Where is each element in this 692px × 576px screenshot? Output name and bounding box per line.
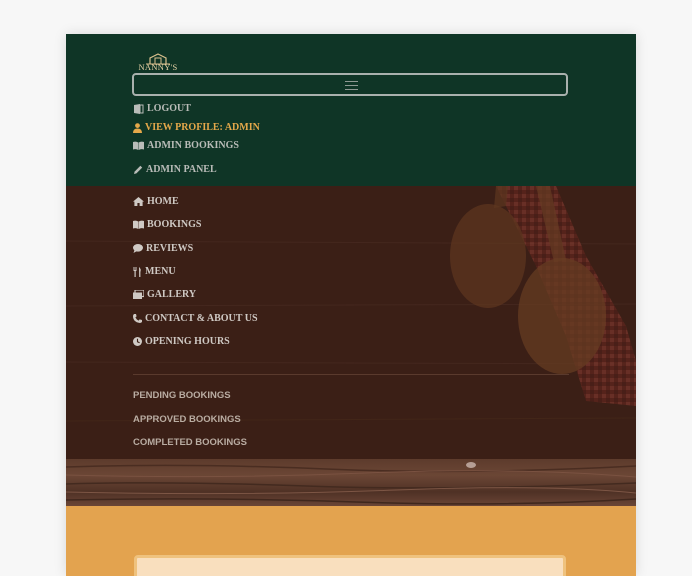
dropdown-item-gallery-label: GALLERY [147, 289, 197, 300]
dropdown-item-gallery[interactable]: GALLERY [133, 289, 196, 300]
door-icon [134, 103, 144, 114]
brand-name: NANNY'S [138, 62, 178, 72]
utensils-icon [133, 266, 141, 277]
dropdown-item-reviews-label: REVIEWS [146, 243, 194, 254]
hamburger-icon [345, 80, 358, 90]
dropdown-item-menu[interactable]: MENU [133, 266, 176, 277]
nav-logout[interactable]: LOGOUT [133, 103, 191, 114]
dropdown-item-opening-hours[interactable]: OPENING HOURS [133, 336, 230, 347]
nav-admin-panel[interactable]: ADMIN PANEL [133, 164, 217, 175]
dropdown-item-contact-label: CONTACT & ABOUT US [145, 313, 258, 324]
nav-admin-panel-label: ADMIN PANEL [146, 164, 217, 175]
wood-grain-texture [66, 462, 636, 505]
nav-view-profile-label: VIEW PROFILE: ADMIN [145, 122, 260, 133]
content-card [134, 555, 566, 576]
book-icon [133, 220, 144, 229]
dropdown-item-menu-label: MENU [145, 266, 176, 277]
nav-dropdown-menu: HOME BOOKINGS REVIEWS MENU GALLERY CONTA… [66, 186, 636, 459]
dropdown-item-bookings[interactable]: BOOKINGS [133, 219, 201, 230]
book-icon [133, 141, 144, 150]
main-content [66, 506, 636, 576]
dropdown-item-pending-bookings[interactable]: PENDING BOOKINGS [133, 390, 231, 401]
dropdown-item-contact[interactable]: CONTACT & ABOUT US [133, 313, 258, 324]
page-frame: NANNY'S LOGOUT VIEW PROFILE: ADMIN ADMIN… [66, 34, 636, 576]
navbar: NANNY'S LOGOUT VIEW PROFILE: ADMIN ADMIN… [66, 34, 636, 186]
home-icon [133, 197, 144, 206]
dropdown-divider [133, 374, 569, 375]
dropdown-item-reviews[interactable]: REVIEWS [133, 243, 193, 254]
dropdown-item-completed-bookings[interactable]: COMPLETED BOOKINGS [133, 437, 247, 448]
brand-logo[interactable]: NANNY'S [136, 52, 180, 72]
images-icon [133, 290, 144, 299]
dropdown-item-opening-hours-label: OPENING HOURS [145, 336, 230, 347]
nav-admin-bookings-label: ADMIN BOOKINGS [147, 140, 239, 151]
dropdown-item-approved-bookings[interactable]: APPROVED BOOKINGS [133, 414, 241, 425]
nav-view-profile[interactable]: VIEW PROFILE: ADMIN [133, 122, 260, 133]
dropdown-item-home[interactable]: HOME [133, 196, 179, 207]
dropdown-item-home-label: HOME [147, 196, 179, 207]
pencil-icon [134, 165, 143, 174]
dropdown-item-bookings-label: BOOKINGS [147, 219, 202, 230]
nav-logout-label: LOGOUT [147, 103, 191, 114]
phone-icon [133, 314, 142, 323]
clock-icon [133, 337, 142, 346]
wood-banner-image [66, 459, 636, 506]
comment-icon [133, 244, 143, 253]
nav-admin-bookings[interactable]: ADMIN BOOKINGS [133, 140, 239, 151]
user-icon [133, 122, 142, 133]
navbar-toggler-button[interactable] [132, 73, 568, 96]
